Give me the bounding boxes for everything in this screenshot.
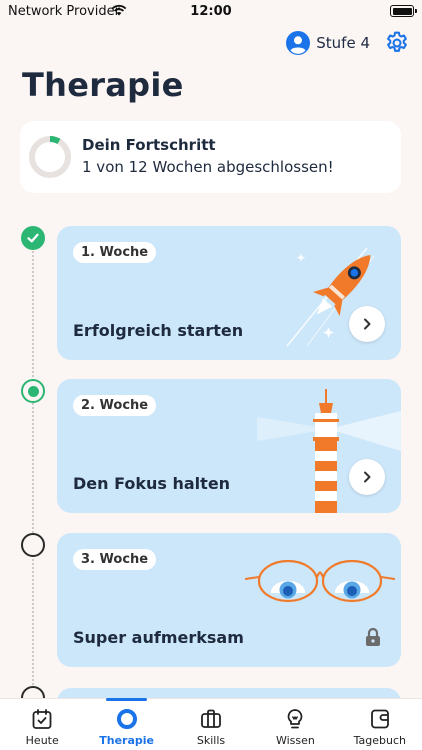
week-1-completed-marker	[21, 226, 45, 250]
clock: 12:00	[190, 4, 232, 19]
week-badge: 3. Woche	[73, 549, 157, 570]
tab-bar: Heute Therapie Skills Wissen Tagebuch	[0, 698, 422, 750]
tab-tagebuch[interactable]: Tagebuch	[338, 699, 422, 750]
progress-card: Dein Fortschritt 1 von 12 Wochen abgesch…	[20, 121, 401, 193]
week-2-current-marker	[21, 379, 45, 403]
chevron-right-icon	[364, 318, 371, 330]
journal-icon	[370, 709, 389, 729]
week-1-open-button[interactable]	[349, 306, 385, 342]
tab-label: Heute	[25, 734, 59, 747]
glasses-illustration	[245, 559, 395, 603]
week-3-locked-marker	[21, 533, 45, 557]
calendar-check-icon	[32, 709, 52, 729]
level-label: Stufe 4	[316, 34, 370, 52]
tab-skills[interactable]: Skills	[169, 699, 253, 750]
timeline-line	[32, 248, 34, 688]
top-actions: Stufe 4	[286, 30, 410, 56]
tab-wissen[interactable]: Wissen	[253, 699, 337, 750]
level-button[interactable]: Stufe 4	[286, 31, 370, 55]
page-title: Therapie	[22, 66, 184, 104]
lighthouse-illustration	[257, 389, 401, 513]
status-bar: Network Provider 12:00	[0, 0, 422, 24]
chevron-right-icon	[364, 471, 371, 483]
check-icon	[27, 233, 39, 243]
gear-icon[interactable]	[384, 30, 410, 56]
battery-icon	[390, 5, 417, 17]
week-badge: 1. Woche	[73, 242, 157, 263]
rocket-illustration	[286, 247, 375, 347]
tab-label: Skills	[196, 734, 226, 747]
user-avatar-icon	[286, 31, 311, 55]
week-card-3[interactable]: 3. Woche Super aufmerksam	[57, 533, 401, 667]
tab-therapie[interactable]: Therapie	[84, 698, 168, 750]
briefcase-icon	[201, 709, 221, 728]
progress-subtitle: 1 von 12 Wochen abgeschlossen!	[82, 158, 334, 176]
progress-title: Dein Fortschritt	[82, 136, 216, 154]
week-title: Super aufmerksam	[73, 628, 244, 647]
tab-label: Therapie	[99, 734, 154, 747]
week-badge: 2. Woche	[73, 395, 157, 416]
week-title: Den Fokus halten	[73, 474, 231, 493]
tab-label: Tagebuch	[353, 734, 407, 747]
ring-icon	[116, 709, 137, 729]
progress-ring	[29, 136, 71, 178]
week-2-open-button[interactable]	[349, 459, 385, 495]
week-card-2[interactable]: 2. Woche Den Fokus halten	[57, 379, 401, 513]
tab-heute[interactable]: Heute	[0, 699, 84, 750]
lightbulb-icon	[288, 709, 303, 729]
tab-label: Wissen	[275, 734, 315, 747]
week-title: Erfolgreich starten	[73, 321, 244, 340]
lock-icon	[366, 627, 380, 646]
week-card-1[interactable]: 1. Woche Erfolgreich starten	[57, 226, 401, 360]
